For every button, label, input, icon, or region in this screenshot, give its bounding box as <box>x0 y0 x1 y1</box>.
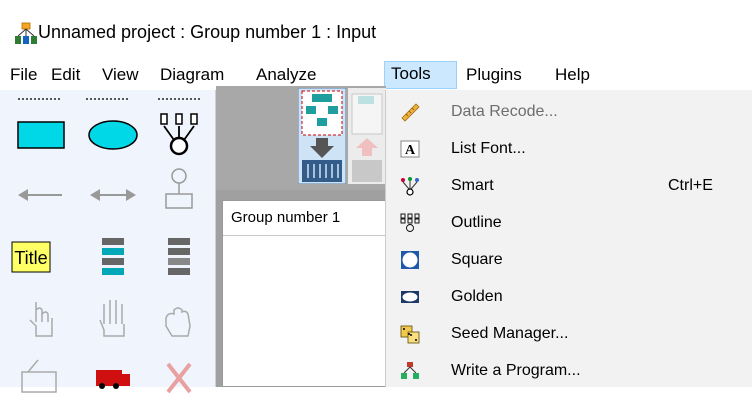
shortcut-label: Ctrl+E <box>668 177 713 194</box>
menu-item-write-program[interactable]: Write a Program... <box>386 353 752 390</box>
window-title: Unnamed project : Group number 1 : Input <box>38 22 377 42</box>
separator <box>86 98 130 100</box>
view-input-icon[interactable] <box>297 87 347 185</box>
truck-icon[interactable] <box>86 350 140 396</box>
group-item[interactable]: Group number 1 <box>223 201 385 236</box>
menu-item-smart[interactable]: Smart Ctrl+E <box>386 168 752 205</box>
menu-label: List Font... <box>451 140 526 157</box>
menu-analyze[interactable]: Analyze <box>250 62 322 88</box>
menu-label: Golden <box>451 288 503 305</box>
delete-icon[interactable] <box>152 350 206 396</box>
separator <box>158 98 202 100</box>
menu-view[interactable]: View <box>96 62 145 88</box>
menu-label: Seed Manager... <box>451 325 569 342</box>
svg-text:Title: Title <box>14 248 47 268</box>
square-icon <box>400 250 420 270</box>
menu-file[interactable]: File <box>4 62 43 88</box>
dice-icon <box>400 324 420 344</box>
outline-icon <box>400 213 420 233</box>
ruler-icon <box>400 102 420 122</box>
unique-variable-icon[interactable] <box>152 166 206 212</box>
svg-text:A: A <box>405 143 416 158</box>
font-a-icon: A <box>400 139 420 159</box>
golden-icon <box>400 287 420 307</box>
groups-panel: Group number 1 <box>222 200 386 387</box>
double-arrow-icon[interactable] <box>86 172 140 218</box>
menu-diagram[interactable]: Diagram <box>154 62 230 88</box>
menu-label: Smart <box>451 177 494 194</box>
print-icon[interactable] <box>14 350 68 396</box>
menu-plugins[interactable]: Plugins <box>460 62 528 88</box>
single-arrow-icon[interactable] <box>14 172 68 218</box>
tools-menu-dropdown: Data Recode... A List Font... Smart Ctrl… <box>385 90 752 387</box>
ellipse-icon[interactable] <box>86 110 140 156</box>
title-icon[interactable]: Title <box>6 234 60 280</box>
network-diagram-icon <box>14 22 38 46</box>
smart-icon <box>400 176 420 196</box>
menu-item-data-recode[interactable]: Data Recode... <box>386 94 752 131</box>
rectangle-icon[interactable] <box>14 110 68 156</box>
deselect-all-icon[interactable] <box>152 296 206 342</box>
menu-label: Outline <box>451 214 502 231</box>
title-bar: Unnamed project : Group number 1 : Input <box>0 0 752 60</box>
menu-edit[interactable]: Edit <box>45 62 86 88</box>
program-icon <box>400 361 420 381</box>
select-one-icon[interactable] <box>14 296 68 342</box>
view-output-icon[interactable] <box>348 88 386 184</box>
menu-item-square[interactable]: Square <box>386 242 752 279</box>
menu-item-seed-manager[interactable]: Seed Manager... <box>386 316 752 353</box>
menu-help[interactable]: Help <box>549 62 596 88</box>
list-variables-icon[interactable] <box>86 234 140 280</box>
separator <box>18 98 62 100</box>
menu-label: Square <box>451 251 503 268</box>
menu-item-golden[interactable]: Golden <box>386 279 752 316</box>
list-dataset-icon[interactable] <box>152 234 206 280</box>
menu-label: Write a Program... <box>451 362 581 379</box>
indicator-icon[interactable] <box>152 110 206 156</box>
menu-item-list-font[interactable]: A List Font... <box>386 131 752 168</box>
menu-tools[interactable]: Tools <box>384 61 457 89</box>
menu-label: Data Recode... <box>451 103 558 120</box>
select-all-icon[interactable] <box>86 296 140 342</box>
menu-item-outline[interactable]: Outline <box>386 205 752 242</box>
